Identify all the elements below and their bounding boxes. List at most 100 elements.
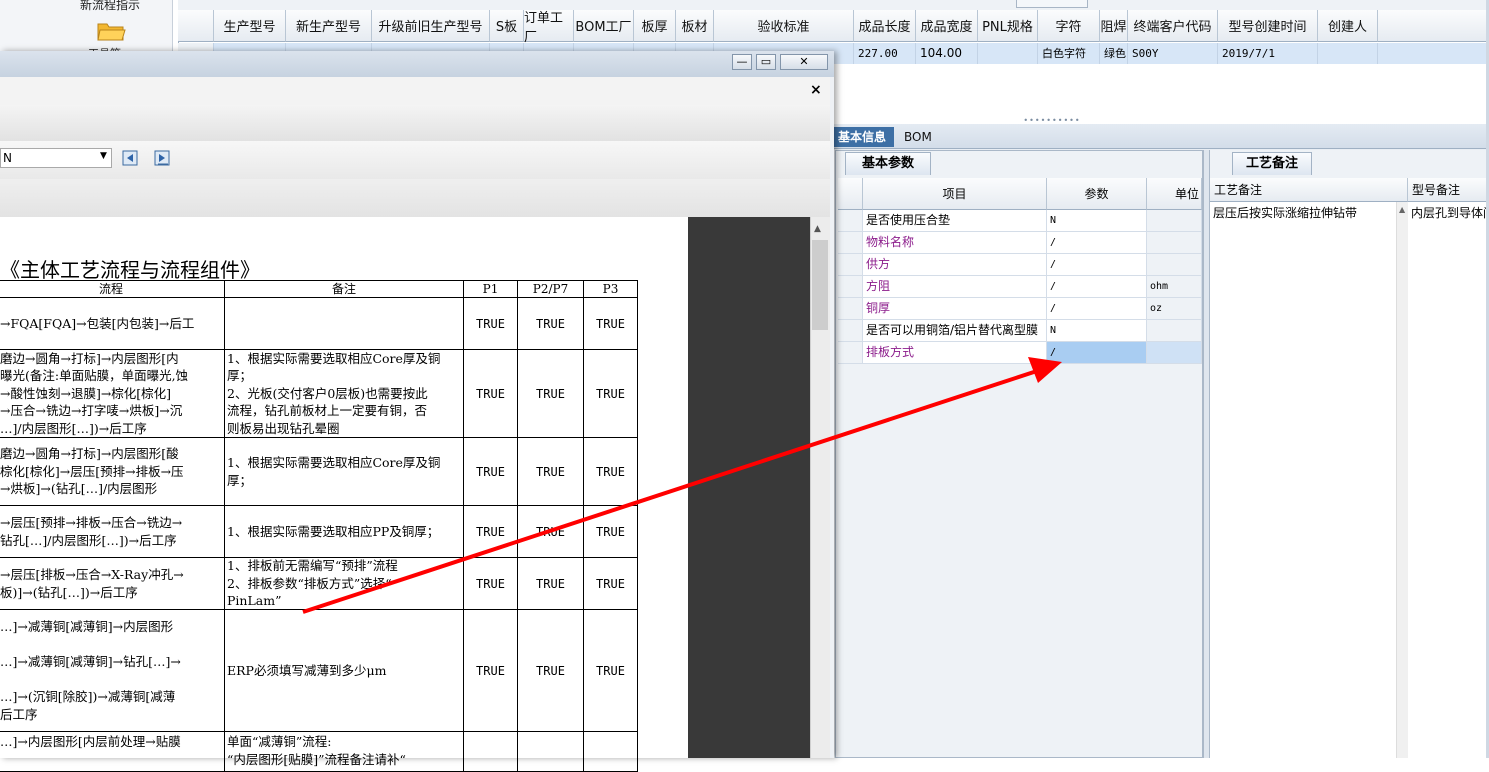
chevron-down-icon[interactable]: ▼ <box>100 151 107 161</box>
grid-header-2[interactable]: 升级前旧生产型号 <box>372 10 490 42</box>
tab-craft-notes[interactable]: 工艺备注 <box>1232 152 1312 175</box>
tab-basic-info[interactable]: 基本信息 <box>830 127 895 147</box>
params-header-item[interactable]: 项目 <box>863 178 1047 210</box>
viewer-menu-strip <box>0 105 830 142</box>
grid-header-3[interactable]: S板 <box>490 10 524 42</box>
doc-header-cell: 备注 <box>225 280 464 298</box>
param-value[interactable]: N <box>1047 210 1147 232</box>
scroll-up-icon[interactable]: ▲ <box>1399 205 1405 214</box>
doc-cell-flow: →FQA[FQA]→包装[内包装]→后工 <box>0 315 195 331</box>
grid-header-13[interactable]: 阻焊 <box>1100 10 1128 42</box>
scroll-up-icon[interactable]: ▲ <box>814 224 821 234</box>
grid-cell-13[interactable]: 绿色 <box>1100 43 1128 64</box>
param-row[interactable]: 是否可以用铜箔/铝片替代离型膜 N <box>838 320 1202 342</box>
param-item[interactable]: 是否使用压合垫 <box>863 210 1047 232</box>
param-item[interactable]: 方阻 <box>863 276 1047 298</box>
param-row[interactable]: 是否使用压合垫 N <box>838 210 1202 232</box>
param-unit[interactable] <box>1147 320 1202 342</box>
grid-splitter-handle[interactable] <box>1016 0 1088 8</box>
param-item[interactable]: 物料名称 <box>863 232 1047 254</box>
close-button[interactable]: ✕ <box>780 54 828 70</box>
param-value[interactable]: / <box>1047 276 1147 298</box>
minimize-button[interactable]: — <box>732 54 752 70</box>
grid-header-15[interactable]: 型号创建时间 <box>1218 10 1318 42</box>
param-unit[interactable] <box>1147 342 1202 364</box>
grid-header-4[interactable]: 订单工厂 <box>524 10 574 45</box>
restore-button[interactable]: ▭ <box>756 54 776 70</box>
inner-close-icon[interactable]: × <box>810 82 822 98</box>
grid-header-6[interactable]: 板厚 <box>634 10 676 42</box>
grid-cell-16[interactable] <box>1318 43 1378 64</box>
grid-cell-11[interactable] <box>978 43 1038 64</box>
param-row-indicator <box>838 232 863 254</box>
window-titlebar[interactable] <box>0 51 834 77</box>
grid-header-10[interactable]: 成品宽度 <box>916 10 978 42</box>
tab-bom[interactable]: BOM <box>896 127 940 147</box>
param-unit[interactable] <box>1147 254 1202 276</box>
next-page-icon[interactable] <box>153 149 173 167</box>
notes-header-model[interactable]: 型号备注 <box>1408 178 1489 202</box>
grid-corner[interactable] <box>178 10 214 42</box>
horizontal-splitter[interactable]: •••••••••• <box>1016 116 1088 125</box>
process-table: 流程 备注 P1 P2/P7 P3 →FQA[FQA]→包装[内包装]→后工 TRUE TRU… <box>0 280 638 772</box>
doc-cell-p3: TRUE <box>596 386 625 401</box>
doc-table-cell <box>518 732 584 772</box>
param-item[interactable]: 排板方式 <box>863 342 1047 364</box>
grid-cell-12[interactable]: 白色字符 <box>1038 43 1100 64</box>
param-unit[interactable] <box>1147 232 1202 254</box>
grid-header-9[interactable]: 成品长度 <box>854 10 916 42</box>
doc-table-cell: 1、根据实际需要选取相应Core厚及铜 厚； <box>225 438 464 506</box>
param-unit[interactable]: ohm <box>1147 276 1202 298</box>
doc-cell-flow: 磨边→圆角→打标]→内层图形[酸 棕化[棕化]→层压[预排→排板→压 →烘板]→… <box>0 446 184 497</box>
tab-basic-params[interactable]: 基本参数 <box>845 152 931 175</box>
param-value[interactable]: N <box>1047 320 1147 342</box>
doc-header-cell: 流程 <box>0 280 225 298</box>
grid-header-5[interactable]: BOM工厂 <box>574 10 634 42</box>
param-unit[interactable] <box>1147 210 1202 232</box>
param-item[interactable]: 铜厚 <box>863 298 1047 320</box>
doc-table-cell: TRUE <box>464 298 518 350</box>
grid-header-12[interactable]: 字符 <box>1038 10 1100 42</box>
folder-icon[interactable] <box>96 18 126 42</box>
param-row[interactable]: 方阻 / ohm <box>838 276 1202 298</box>
param-value[interactable]: / <box>1047 232 1147 254</box>
grid-cell-10[interactable]: 104.00 <box>916 43 978 64</box>
param-item[interactable]: 供方 <box>863 254 1047 276</box>
grid-header-1[interactable]: 新生产型号 <box>286 10 372 42</box>
doc-cell-p1: TRUE <box>476 464 505 479</box>
craft-note-text[interactable]: 层压后按实际涨缩拉伸钻带 <box>1210 202 1396 758</box>
notes-header-craft[interactable]: 工艺备注 <box>1210 178 1408 202</box>
grid-cell-14[interactable]: S00Y <box>1128 43 1218 64</box>
param-value[interactable]: / <box>1047 298 1147 320</box>
scrollbar-thumb[interactable] <box>812 240 828 330</box>
doc-cell-flow: …]→减薄铜[减薄铜]→内层图形 …]→减薄铜[减薄铜]→钻孔[…]→ …]→(… <box>0 619 181 722</box>
grid-header-0[interactable]: 生产型号 <box>214 10 286 42</box>
grid-cell-9[interactable]: 227.00 <box>854 43 916 64</box>
params-header-unit[interactable]: 单位 <box>1147 178 1202 210</box>
doc-cell-p3: TRUE <box>596 464 625 479</box>
doc-cell-p1: TRUE <box>476 576 505 591</box>
prev-page-icon[interactable] <box>121 149 141 167</box>
grid-cell-15[interactable]: 2019/7/1 <box>1218 43 1318 64</box>
grid-header-11[interactable]: PNL规格 <box>978 10 1038 42</box>
page-select-combo[interactable]: N <box>0 148 112 168</box>
param-row[interactable]: 排板方式 / <box>838 342 1202 364</box>
param-row[interactable]: 物料名称 / <box>838 232 1202 254</box>
param-row-indicator <box>838 276 863 298</box>
param-row[interactable]: 供方 / <box>838 254 1202 276</box>
param-item[interactable]: 是否可以用铜箔/铝片替代离型膜 <box>863 320 1047 342</box>
param-row[interactable]: 铜厚 / oz <box>838 298 1202 320</box>
launcher-label[interactable]: 新流程指示 <box>80 0 140 13</box>
param-value[interactable]: / <box>1047 342 1147 364</box>
model-note-text[interactable]: 内层孔到导体间距 <box>1408 202 1489 758</box>
param-value[interactable]: / <box>1047 254 1147 276</box>
grid-header-7[interactable]: 板材 <box>676 10 714 42</box>
doc-header-cell: P3 <box>584 280 638 298</box>
grid-header-14[interactable]: 终端客户代码 <box>1128 10 1218 42</box>
param-unit[interactable]: oz <box>1147 298 1202 320</box>
vertical-splitter[interactable] <box>1203 150 1210 758</box>
grid-header-16[interactable]: 创建人 <box>1318 10 1378 42</box>
params-header-value[interactable]: 参数 <box>1047 178 1147 210</box>
doc-cell-p3: TRUE <box>596 663 625 678</box>
grid-header-8[interactable]: 验收标准 <box>714 10 854 42</box>
